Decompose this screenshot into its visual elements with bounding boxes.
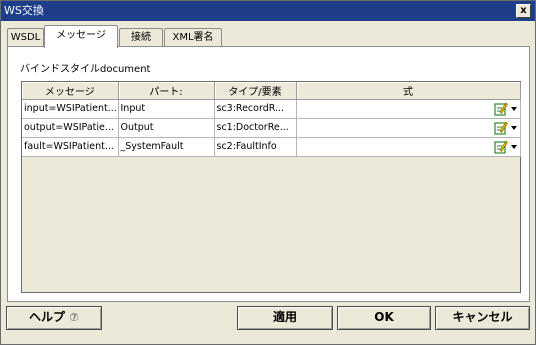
table-row[interactable]: input=WSIPatient... Input sc3:RecordR... xyxy=(22,99,521,119)
cell-message[interactable]: output=WSIPatie... xyxy=(22,118,119,138)
message-table: メッセージ パート: タイプ/要素 式 input=WSIPatient... … xyxy=(21,81,521,293)
ws-exchange-dialog: WS交換 x WSDL メッセージ 接続 XML署名 バインドスタイルdocum… xyxy=(0,0,536,345)
tab-message[interactable]: メッセージ xyxy=(44,25,118,48)
window-title: WS交換 xyxy=(4,4,44,17)
message-panel: バインドスタイルdocument メッセージ パート: タイプ/要素 式 inp… xyxy=(7,46,530,302)
binding-style-value: document xyxy=(100,64,151,75)
tab-connection[interactable]: 接続 xyxy=(119,28,163,47)
cell-type[interactable]: sc3:RecordR... xyxy=(214,99,297,119)
cell-expression[interactable] xyxy=(296,118,521,138)
cell-type[interactable]: sc1:DoctorRe... xyxy=(214,118,297,138)
column-header-part[interactable]: パート: xyxy=(118,82,215,100)
table-row[interactable]: output=WSIPatie... Output sc1:DoctorRe..… xyxy=(22,118,521,138)
cancel-button[interactable]: キャンセル xyxy=(435,306,530,330)
cell-part[interactable]: Output xyxy=(118,118,215,138)
column-header-expression[interactable]: 式 xyxy=(296,82,521,100)
help-icon: ⑦ xyxy=(69,311,79,324)
binding-style-label: バインドスタイル xyxy=(20,64,100,75)
close-button[interactable]: x xyxy=(516,4,531,18)
tab-wsdl[interactable]: WSDL xyxy=(7,28,44,47)
dropdown-arrow-icon[interactable] xyxy=(510,106,517,111)
edit-expression-icon[interactable] xyxy=(493,102,508,116)
table-header-row: メッセージ パート: タイプ/要素 式 xyxy=(22,82,521,100)
binding-style: バインドスタイルdocument xyxy=(20,60,150,75)
cell-expression[interactable] xyxy=(296,99,521,119)
edit-expression-icon[interactable] xyxy=(493,121,508,135)
edit-expression-icon[interactable] xyxy=(493,140,508,154)
help-button-label: ヘルプ xyxy=(29,310,66,324)
help-button[interactable]: ヘルプ ⑦ xyxy=(6,306,102,330)
tab-xml-signature[interactable]: XML署名 xyxy=(164,28,222,47)
cell-message[interactable]: fault=WSIPatient... xyxy=(22,137,119,157)
dropdown-arrow-icon[interactable] xyxy=(510,144,517,149)
cell-message[interactable]: input=WSIPatient... xyxy=(22,99,119,119)
title-bar: WS交換 x xyxy=(1,1,535,21)
cell-expression[interactable] xyxy=(296,137,521,157)
column-header-message[interactable]: メッセージ xyxy=(22,82,119,100)
ok-button[interactable]: OK xyxy=(337,306,431,330)
apply-button[interactable]: 適用 xyxy=(237,306,333,330)
column-header-type[interactable]: タイプ/要素 xyxy=(214,82,297,100)
table-empty-area xyxy=(22,159,520,292)
cell-part[interactable]: Input xyxy=(118,99,215,119)
dropdown-arrow-icon[interactable] xyxy=(510,125,517,130)
cell-part[interactable]: _SystemFault xyxy=(118,137,215,157)
table-row[interactable]: fault=WSIPatient... _SystemFault sc2:Fau… xyxy=(22,137,521,157)
cell-type[interactable]: sc2:FaultInfo xyxy=(214,137,297,157)
